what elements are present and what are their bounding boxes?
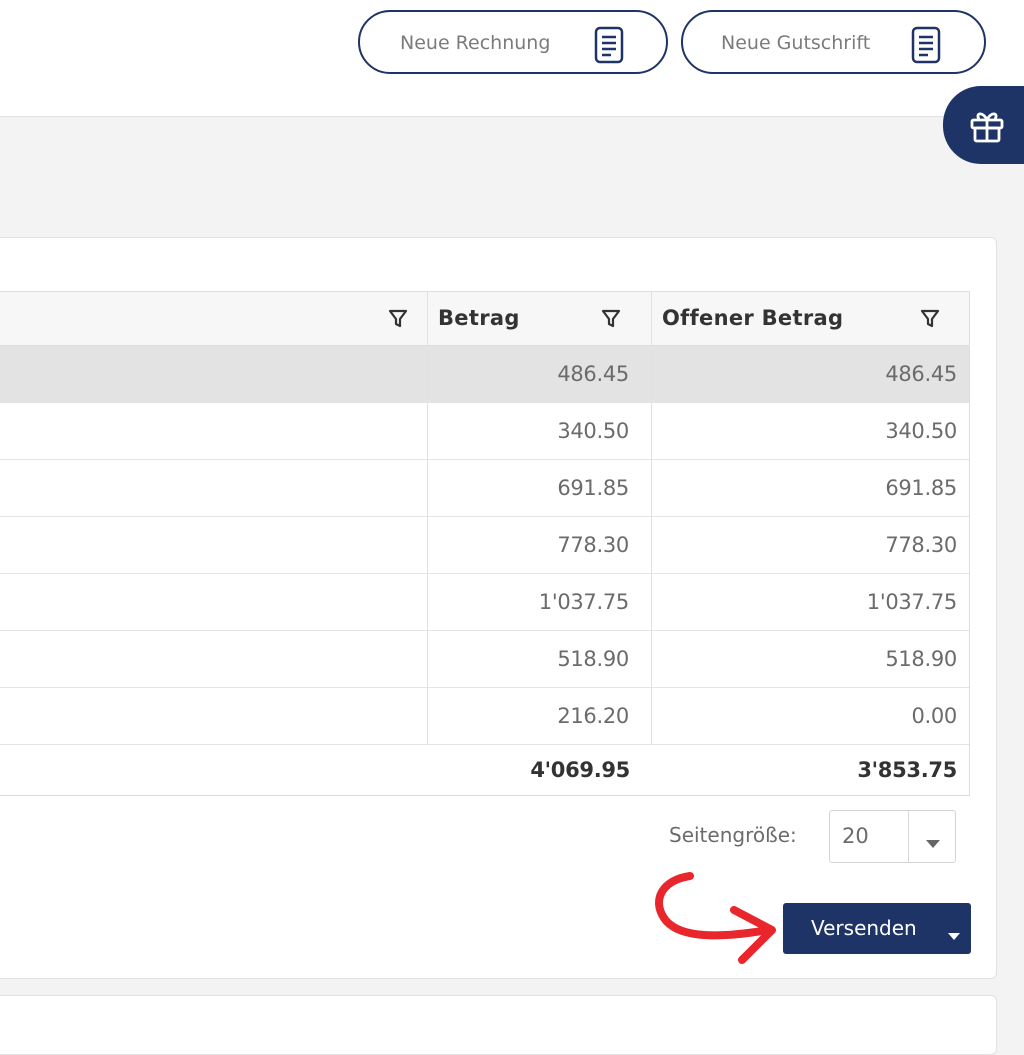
offener-betrag-total-cell: 3'853.75 bbox=[652, 745, 969, 795]
betrag-cell: 216.20 bbox=[428, 688, 652, 744]
chevron-down-icon[interactable] bbox=[948, 925, 960, 944]
offener-betrag-cell: 778.30 bbox=[652, 517, 969, 573]
totals-row: 4'069.95 3'853.75 bbox=[0, 745, 969, 795]
offener-betrag-cell: 518.90 bbox=[652, 631, 969, 687]
table-row[interactable]: 778.30 778.30 bbox=[0, 517, 969, 574]
row-cell bbox=[0, 346, 428, 402]
new-credit-note-button[interactable]: Neue Gutschrift bbox=[681, 10, 986, 74]
betrag-cell: 340.50 bbox=[428, 403, 652, 459]
table-row[interactable]: 340.50 340.50 bbox=[0, 403, 969, 460]
select-divider bbox=[908, 811, 909, 862]
offener-betrag-cell: 0.00 bbox=[652, 688, 969, 744]
send-button[interactable]: Versenden bbox=[783, 903, 971, 954]
offener-betrag-value: 1'037.75 bbox=[866, 590, 958, 614]
betrag-value: 216.20 bbox=[557, 704, 629, 728]
document-icon bbox=[911, 26, 941, 69]
betrag-cell: 778.30 bbox=[428, 517, 652, 573]
table-row[interactable]: 216.20 0.00 bbox=[0, 688, 969, 745]
betrag-value: 1'037.75 bbox=[538, 590, 630, 614]
betrag-value: 340.50 bbox=[557, 419, 629, 443]
table-row[interactable]: 486.45 486.45 bbox=[0, 346, 969, 403]
betrag-total-cell: 4'069.95 bbox=[428, 745, 652, 795]
new-invoice-label: Neue Rechnung bbox=[400, 32, 551, 54]
filter-icon[interactable] bbox=[919, 308, 941, 334]
offener-betrag-value: 0.00 bbox=[911, 704, 957, 728]
column-header-offener-betrag[interactable]: Offener Betrag bbox=[652, 292, 969, 345]
row-cell bbox=[0, 517, 428, 573]
betrag-cell: 691.85 bbox=[428, 460, 652, 516]
header-bar: Neue Rechnung Neue Gutschrift bbox=[0, 0, 1024, 117]
page-size-label: Seitengröße: bbox=[669, 823, 797, 847]
row-cell bbox=[0, 460, 428, 516]
betrag-total: 4'069.95 bbox=[530, 758, 630, 782]
send-button-label: Versenden bbox=[811, 916, 917, 940]
betrag-value: 691.85 bbox=[557, 476, 629, 500]
table-row[interactable]: 1'037.75 1'037.75 bbox=[0, 574, 969, 631]
table-row[interactable]: 518.90 518.90 bbox=[0, 631, 969, 688]
column-header bbox=[0, 292, 428, 345]
page-size-select[interactable]: 20 bbox=[829, 810, 956, 863]
new-credit-note-label: Neue Gutschrift bbox=[721, 32, 871, 54]
page-size-value: 20 bbox=[842, 824, 869, 848]
next-card bbox=[0, 995, 997, 1055]
totals-cell bbox=[0, 745, 428, 795]
row-cell bbox=[0, 403, 428, 459]
offener-betrag-value: 486.45 bbox=[885, 362, 957, 386]
offener-betrag-value: 340.50 bbox=[885, 419, 957, 443]
betrag-value: 518.90 bbox=[557, 647, 629, 671]
row-cell bbox=[0, 688, 428, 744]
betrag-cell: 1'037.75 bbox=[428, 574, 652, 630]
row-cell bbox=[0, 631, 428, 687]
invoice-grid: Betrag Offener Betrag 486.45 486.45 340.… bbox=[0, 291, 970, 796]
row-cell bbox=[0, 574, 428, 630]
chevron-down-icon[interactable] bbox=[926, 833, 940, 852]
offener-betrag-total: 3'853.75 bbox=[857, 758, 957, 782]
column-header-betrag[interactable]: Betrag bbox=[428, 292, 652, 345]
new-invoice-button[interactable]: Neue Rechnung bbox=[358, 10, 668, 74]
offener-betrag-value: 518.90 bbox=[885, 647, 957, 671]
offener-betrag-cell: 340.50 bbox=[652, 403, 969, 459]
column-header-label: Betrag bbox=[438, 306, 520, 330]
offener-betrag-value: 778.30 bbox=[885, 533, 957, 557]
document-icon bbox=[594, 26, 624, 69]
filter-icon[interactable] bbox=[387, 308, 409, 334]
table-row[interactable]: 691.85 691.85 bbox=[0, 460, 969, 517]
filter-icon[interactable] bbox=[600, 308, 622, 334]
betrag-value: 486.45 bbox=[557, 362, 629, 386]
offener-betrag-value: 691.85 bbox=[885, 476, 957, 500]
gift-button[interactable] bbox=[943, 86, 1024, 164]
offener-betrag-cell: 1'037.75 bbox=[652, 574, 969, 630]
offener-betrag-cell: 691.85 bbox=[652, 460, 969, 516]
offener-betrag-cell: 486.45 bbox=[652, 346, 969, 402]
curved-arrow-annotation bbox=[650, 866, 780, 974]
grid-header-row: Betrag Offener Betrag bbox=[0, 292, 969, 346]
betrag-value: 778.30 bbox=[557, 533, 629, 557]
column-header-label: Offener Betrag bbox=[662, 306, 844, 330]
betrag-cell: 518.90 bbox=[428, 631, 652, 687]
betrag-cell: 486.45 bbox=[428, 346, 652, 402]
